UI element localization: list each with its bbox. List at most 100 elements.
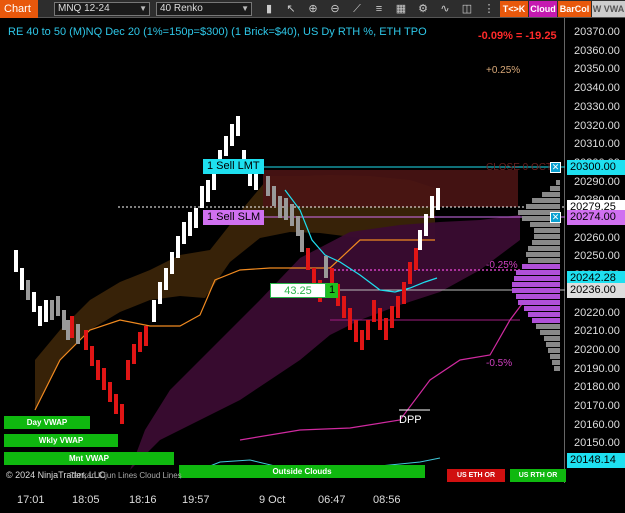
neutral-brick bbox=[66, 320, 70, 340]
price-tag: 20274.00 bbox=[567, 210, 625, 225]
up-brick bbox=[206, 180, 210, 202]
up-brick bbox=[164, 268, 168, 290]
indicator-icon[interactable]: ∿ bbox=[438, 2, 452, 16]
neutral-brick bbox=[50, 300, 54, 320]
down-brick bbox=[120, 404, 124, 424]
toggle-wvwap-button[interactable]: W VWA bbox=[592, 1, 625, 17]
price-tag: 20236.00 bbox=[567, 283, 625, 298]
pointer-icon[interactable]: ↖ bbox=[284, 2, 298, 16]
price-axis-label: 20180.00 bbox=[574, 381, 620, 394]
weekly-vwap-button[interactable]: Wkly VWAP bbox=[4, 434, 118, 447]
volume-profile-row bbox=[540, 330, 560, 335]
time-axis-label: 9 Oct bbox=[259, 494, 286, 506]
volume-profile-row bbox=[526, 252, 560, 257]
volume-profile-row bbox=[556, 180, 560, 185]
up-brick bbox=[236, 116, 240, 136]
down-brick bbox=[378, 308, 382, 330]
price-tag: 20300.00 bbox=[567, 160, 625, 175]
volume-profile-row bbox=[536, 324, 560, 329]
cancel-order-slm-icon[interactable]: ✕ bbox=[550, 212, 561, 223]
up-brick bbox=[182, 222, 186, 244]
bar-chart-icon[interactable]: ▮ bbox=[262, 2, 276, 16]
price-axis-label: 20260.00 bbox=[574, 231, 620, 244]
resistance-zone bbox=[263, 170, 518, 207]
volume-profile-row bbox=[522, 264, 560, 269]
drawing-tools-icon[interactable]: ⟋ bbox=[350, 2, 364, 16]
price-axis-label: 20360.00 bbox=[574, 44, 620, 57]
down-brick bbox=[396, 296, 400, 318]
position-pnl[interactable]: 43.25 bbox=[270, 283, 326, 298]
down-brick bbox=[102, 368, 106, 390]
close-oct-label: CLOSE 0 OCT bbox=[486, 162, 553, 173]
dpp-label: DPP bbox=[399, 414, 422, 426]
strategy-icon[interactable]: ⚙ bbox=[416, 2, 430, 16]
down-brick bbox=[408, 262, 412, 284]
price-axis-label: 20330.00 bbox=[574, 100, 620, 113]
us-rth-or-button[interactable]: US RTH OR bbox=[510, 469, 566, 482]
volume-profile-row bbox=[512, 282, 560, 287]
more-icon[interactable]: ⋮ bbox=[482, 2, 496, 16]
tenkan-kijun-lines-label: Tenkan Kijun Lines Cloud Lines bbox=[70, 471, 182, 480]
price-axis-label: 20310.00 bbox=[574, 138, 620, 151]
cancel-order-lmt-icon[interactable]: ✕ bbox=[550, 162, 561, 173]
down-brick bbox=[372, 300, 376, 322]
up-brick bbox=[194, 208, 198, 228]
toggle-barcol-button[interactable]: BarCol bbox=[558, 1, 591, 17]
down-brick bbox=[390, 306, 394, 328]
price-axis-label: 20160.00 bbox=[574, 418, 620, 431]
level-label-minus025: -0.25% bbox=[486, 260, 518, 271]
zoom-out-icon[interactable]: ⊖ bbox=[328, 2, 342, 16]
up-brick bbox=[418, 230, 422, 250]
price-axis-label: 20320.00 bbox=[574, 119, 620, 132]
neutral-brick bbox=[284, 198, 288, 220]
up-brick bbox=[32, 292, 36, 312]
day-vwap-button[interactable]: Day VWAP bbox=[4, 416, 90, 429]
price-axis-label: 20350.00 bbox=[574, 63, 620, 76]
neutral-brick bbox=[278, 196, 282, 218]
template-icon[interactable]: ▦ bbox=[394, 2, 408, 16]
time-axis-label: 19:57 bbox=[182, 494, 210, 506]
neutral-brick bbox=[62, 310, 66, 330]
down-brick bbox=[342, 296, 346, 318]
chart-title-tab[interactable]: Chart bbox=[0, 0, 38, 18]
monthly-vwap-button[interactable]: Mnt VWAP bbox=[4, 452, 174, 465]
up-brick bbox=[436, 188, 440, 210]
neutral-brick bbox=[272, 186, 276, 206]
us-eth-or-button[interactable]: US ETH OR bbox=[447, 469, 505, 482]
chevron-down-icon: ▼ bbox=[139, 4, 147, 13]
price-axis-label: 20190.00 bbox=[574, 362, 620, 375]
bar-type-selector[interactable]: 40 Renko ▼ bbox=[156, 2, 252, 16]
volume-profile-row bbox=[526, 204, 560, 209]
chart-plot-area[interactable] bbox=[0, 18, 565, 483]
toggle-tk-button[interactable]: T<>K bbox=[500, 1, 528, 17]
chevron-down-icon: ▼ bbox=[241, 4, 249, 13]
properties-icon[interactable]: ≡ bbox=[372, 2, 386, 16]
time-axis-label: 06:47 bbox=[318, 494, 346, 506]
zoom-in-icon[interactable]: ⊕ bbox=[306, 2, 320, 16]
neutral-brick bbox=[266, 176, 270, 196]
up-brick bbox=[20, 268, 24, 290]
up-brick bbox=[230, 124, 234, 146]
sell-limit-order[interactable]: 1 Sell LMT bbox=[203, 159, 264, 174]
volume-profile-row bbox=[528, 246, 560, 251]
neutral-brick bbox=[324, 256, 328, 278]
price-axis-label: 20370.00 bbox=[574, 26, 620, 38]
volume-profile-row bbox=[550, 354, 560, 359]
up-brick bbox=[170, 252, 174, 274]
time-axis-label: 18:05 bbox=[72, 494, 100, 506]
instrument-selector[interactable]: MNQ 12-24 ▼ bbox=[54, 2, 150, 16]
toggle-cloud-button[interactable]: Cloud bbox=[529, 1, 557, 17]
volume-profile-row bbox=[518, 300, 560, 305]
neutral-brick bbox=[56, 296, 60, 316]
price-axis-label: 20220.00 bbox=[574, 306, 620, 319]
down-brick bbox=[306, 248, 310, 270]
down-brick bbox=[348, 308, 352, 330]
chart-info-title: RE 40 to 50 (M)NQ Dec 20 (1%=150p=$300) … bbox=[8, 26, 427, 38]
chart-trader-icon[interactable]: ◫ bbox=[460, 2, 474, 16]
down-brick bbox=[114, 394, 118, 414]
down-brick bbox=[366, 320, 370, 340]
sell-stop-market-order[interactable]: 1 Sell SLM bbox=[203, 210, 265, 225]
position-quantity[interactable]: 1 bbox=[326, 283, 338, 298]
outside-clouds-button[interactable]: Outside Clouds bbox=[179, 465, 425, 478]
price-axis-label: 20200.00 bbox=[574, 343, 620, 356]
